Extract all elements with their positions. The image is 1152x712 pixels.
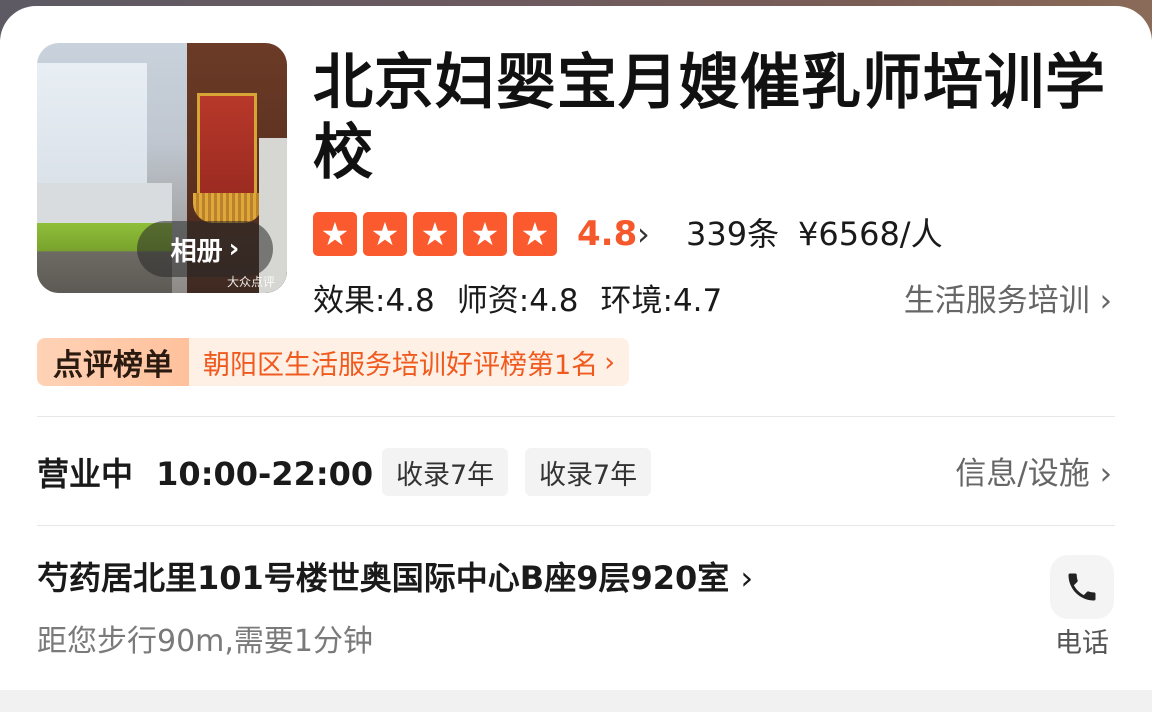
phone-icon [1068,573,1096,601]
tag-pill: 收录7年 [382,448,509,496]
info-facilities-link[interactable]: 信息/设施 › [955,450,1112,498]
address-link[interactable]: 芍药居北里101号楼世奥国际中心B座9层920室 › [37,555,753,601]
effect-score: 效果:4.8 [313,283,435,319]
chevron-right-icon: › [1099,283,1112,319]
info-facilities-label: 信息/设施 [955,456,1090,492]
star-icon: ★ [413,212,457,256]
review-count: 339条 [686,215,780,253]
shop-photo[interactable]: 相册 › 大众点评 [37,43,287,293]
divider [37,416,1115,417]
phone-button[interactable] [1050,555,1114,619]
album-button[interactable]: 相册 › [137,221,273,277]
tag-pill: 收录7年 [525,448,652,496]
phone-label[interactable]: 电话 [1050,624,1114,664]
bottom-background [0,690,1152,712]
address-text: 芍药居北里101号楼世奥国际中心B座9层920室 [37,559,730,597]
chevron-right-icon: › [740,559,754,597]
photo-desk [37,183,172,223]
star-icon: ★ [513,212,557,256]
photo-banner [197,93,257,203]
album-label: 相册 [170,236,223,267]
watermark: 大众点评 [227,273,275,290]
chevron-right-icon: › [1099,456,1112,492]
watermark-text: 大众点评 [227,275,276,289]
business-hours: 营业中 10:00-22:00 [37,450,373,498]
rating-score[interactable]: 4.8 [577,212,637,256]
ranking-text: 朝阳区生活服务培训好评榜第1名 › [189,338,629,386]
open-status: 营业中 [37,455,134,493]
chevron-right-icon: › [228,234,240,264]
star-icon: ★ [313,212,357,256]
hours-time: 10:00-22:00 [156,455,374,493]
chevron-right-icon[interactable]: › [637,212,650,256]
star-icon: ★ [463,212,507,256]
ranking-label: 朝阳区生活服务培训好评榜第1名 [203,349,599,381]
photo-fringe [193,193,263,223]
category-link[interactable]: 生活服务培训 › [904,280,1112,322]
divider [37,525,1115,526]
ranking-tag: 点评榜单 [37,338,189,386]
star-rating: ★ ★ ★ ★ ★ [313,212,557,256]
category-label: 生活服务培训 [903,283,1090,319]
average-price: ¥6568/人 [798,215,943,253]
teachers-score: 师资:4.8 [456,283,579,319]
chevron-right-icon: › [604,346,615,378]
sub-scores: 效果:4.8 师资:4.8 环境:4.7 [313,280,722,322]
distance-text: 距您步行90m,需要1分钟 [37,624,374,659]
ranking-banner[interactable]: 点评榜单 朝阳区生活服务培训好评榜第1名 › [37,338,629,386]
star-icon: ★ [363,212,407,256]
environment-score: 环境:4.7 [600,283,723,319]
shop-title: 北京妇婴宝月嫂催乳师培训学校 [313,48,1106,188]
